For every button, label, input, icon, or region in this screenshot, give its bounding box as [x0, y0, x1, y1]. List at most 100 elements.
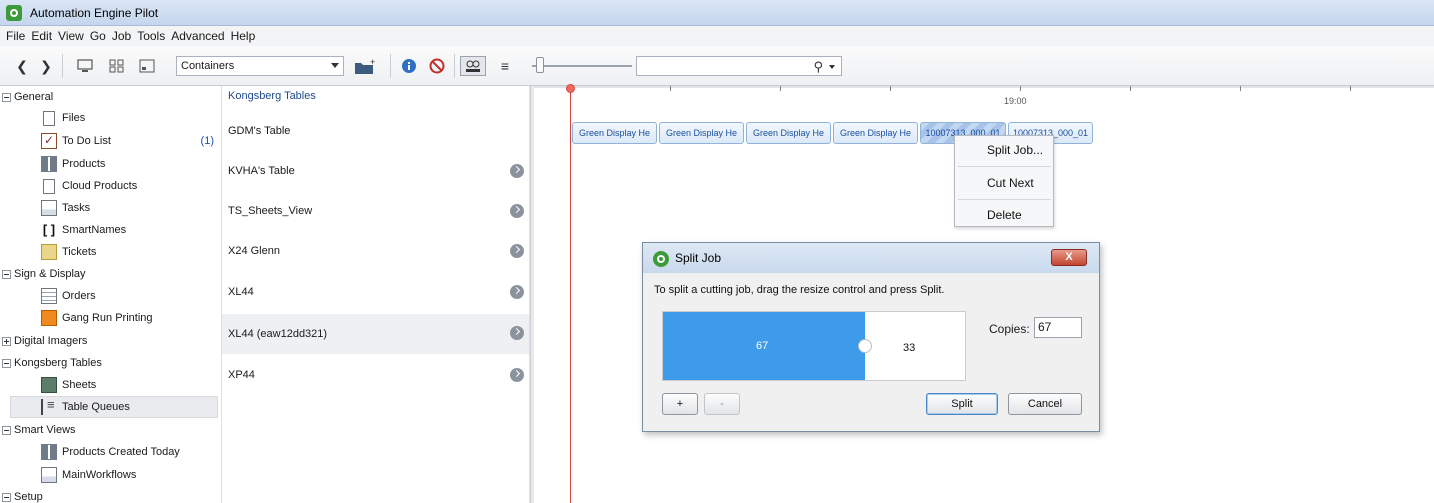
collapse-icon[interactable] — [2, 92, 11, 102]
menu-job[interactable]: Job — [112, 29, 131, 43]
tree-item-tasks[interactable]: Tasks — [0, 197, 221, 219]
tree-item-label: MainWorkflows — [62, 469, 137, 481]
menu-bar: File Edit View Go Job Tools Advanced Hel… — [0, 26, 1434, 46]
queue-row[interactable]: XL44 — [222, 273, 529, 311]
split-control[interactable]: 67 33 — [662, 311, 966, 381]
tree-item-products[interactable]: Products — [0, 153, 221, 175]
zoom-slider[interactable] — [536, 57, 544, 73]
stop-icon[interactable] — [428, 56, 446, 76]
cancel-button[interactable]: Cancel — [1008, 393, 1082, 415]
menu-item-split-job[interactable]: Split Job... — [987, 143, 1043, 157]
add-button[interactable]: + — [662, 393, 698, 415]
tree-item-label: Tickets — [62, 246, 97, 258]
collapse-icon[interactable] — [2, 358, 11, 368]
tree-category-smart-views[interactable]: Smart Views — [0, 419, 221, 441]
queue-name: GDM's Table — [228, 125, 291, 137]
back-icon[interactable]: ❮ — [14, 56, 30, 76]
tree-category-general[interactable]: General — [0, 86, 221, 108]
collapse-icon[interactable] — [2, 425, 11, 435]
queue-list-panel: Kongsberg Tables GDM's Table KVHA's Tabl… — [222, 86, 530, 503]
tree-item-cloud-products[interactable]: Cloud Products — [0, 175, 221, 197]
thumbnail-view-icon[interactable] — [108, 56, 126, 76]
queue-row[interactable]: X24 Glenn — [222, 232, 529, 270]
queue-name: XP44 — [228, 369, 255, 381]
job-block[interactable]: Green Display He — [572, 122, 657, 144]
menu-go[interactable]: Go — [90, 29, 106, 43]
tree-item-gang-run[interactable]: Gang Run Printing — [0, 307, 221, 329]
collapse-icon[interactable] — [2, 269, 11, 279]
search-field[interactable]: ⚲ — [636, 56, 842, 76]
copies-input[interactable]: 67 — [1034, 317, 1082, 338]
chevron-down-icon[interactable] — [829, 65, 835, 69]
tree-item-tickets[interactable]: Tickets — [0, 241, 221, 263]
queue-row[interactable]: GDM's Table — [222, 112, 529, 150]
job-context-menu: Split Job... Cut Next Delete — [954, 135, 1054, 227]
expand-chevron-icon[interactable] — [510, 204, 524, 218]
collapse-icon[interactable] — [2, 492, 11, 502]
dialog-title-bar[interactable]: Split Job X — [643, 243, 1099, 273]
tree-item-orders[interactable]: Orders — [0, 285, 221, 307]
current-time-marker[interactable] — [566, 84, 575, 93]
expand-chevron-icon[interactable] — [510, 244, 524, 258]
queue-row[interactable]: KVHA's Table — [222, 152, 529, 190]
close-button[interactable]: X — [1051, 249, 1087, 266]
new-container-icon[interactable]: + — [352, 56, 378, 76]
tree-category-label: Digital Imagers — [14, 335, 88, 347]
dialog-instruction: To split a cutting job, drag the resize … — [654, 284, 945, 296]
menu-item-cut-next[interactable]: Cut Next — [987, 176, 1034, 190]
remove-button[interactable]: - — [704, 393, 740, 415]
tree-item-smartnames[interactable]: [ ] SmartNames — [0, 219, 221, 241]
split-button[interactable]: Split — [926, 393, 998, 415]
table-queues-icon — [41, 397, 57, 415]
todo-icon — [41, 133, 57, 149]
workflows-icon — [41, 467, 57, 483]
panel-view-icon[interactable] — [138, 56, 156, 76]
app-icon — [653, 251, 669, 267]
tree-item-sheets[interactable]: Sheets — [0, 374, 221, 396]
tree-category-sign-display[interactable]: Sign & Display — [0, 263, 221, 285]
gang-run-icon — [41, 310, 57, 326]
menu-edit[interactable]: Edit — [31, 29, 52, 43]
job-block[interactable]: Green Display He — [833, 122, 918, 144]
tree-category-kongsberg-tables[interactable]: Kongsberg Tables — [0, 352, 221, 374]
queue-row[interactable]: XP44 — [222, 356, 529, 394]
queue-row-selected[interactable]: XL44 (eaw12dd321) — [222, 314, 529, 354]
brackets-icon: [ ] — [42, 222, 56, 237]
toolbar-separator — [62, 54, 63, 78]
monitor-view-icon[interactable] — [76, 56, 94, 76]
job-block[interactable]: Green Display He — [659, 122, 744, 144]
expand-icon[interactable] — [2, 336, 11, 346]
toolbar-separator — [454, 54, 455, 78]
menu-help[interactable]: Help — [231, 29, 256, 43]
search-icon[interactable]: ⚲ — [813, 59, 823, 75]
tree-category-digital-imagers[interactable]: Digital Imagers — [0, 330, 221, 352]
tree-item-files[interactable]: Files — [0, 107, 221, 129]
users-icon[interactable] — [460, 56, 486, 76]
info-icon[interactable] — [400, 56, 418, 76]
tree-category-setup[interactable]: Setup — [0, 486, 221, 503]
job-block[interactable]: Green Display He — [746, 122, 831, 144]
tree-item-table-queues[interactable]: Table Queues — [10, 396, 218, 418]
copies-label: Copies: — [989, 322, 1030, 336]
tree-item-mainworkflows[interactable]: MainWorkflows — [0, 464, 221, 486]
expand-chevron-icon[interactable] — [510, 368, 524, 382]
menu-advanced[interactable]: Advanced — [171, 29, 224, 43]
window-title: Automation Engine Pilot — [30, 5, 159, 20]
queue-name: TS_Sheets_View — [228, 205, 313, 217]
forward-icon[interactable]: ❯ — [38, 56, 54, 76]
list-icon[interactable]: ≡ — [496, 56, 514, 76]
menu-item-delete[interactable]: Delete — [987, 208, 1022, 222]
expand-chevron-icon[interactable] — [510, 164, 524, 178]
menu-view[interactable]: View — [58, 29, 84, 43]
tree-item-label: Files — [62, 112, 86, 124]
split-resize-handle[interactable] — [858, 339, 872, 353]
view-combo[interactable]: Containers — [176, 56, 344, 76]
menu-file[interactable]: File — [6, 29, 25, 43]
menu-tools[interactable]: Tools — [137, 29, 165, 43]
queue-name: KVHA's Table — [228, 165, 295, 177]
expand-chevron-icon[interactable] — [510, 326, 524, 340]
expand-chevron-icon[interactable] — [510, 285, 524, 299]
tree-item-todo[interactable]: To Do List (1) — [0, 130, 221, 152]
tree-item-products-created-today[interactable]: Products Created Today — [0, 441, 221, 463]
queue-row[interactable]: TS_Sheets_View — [222, 192, 529, 230]
